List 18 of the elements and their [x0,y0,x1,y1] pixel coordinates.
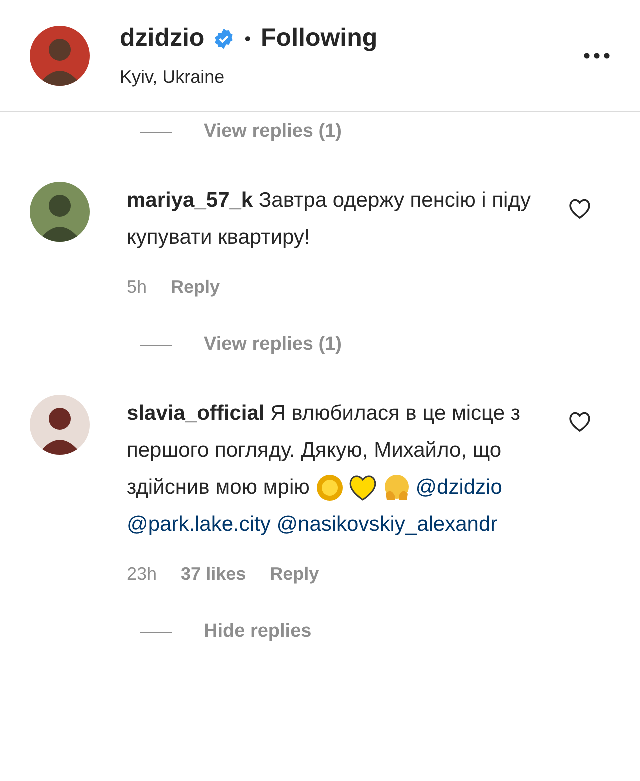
comment-time: 5h [127,276,148,299]
like-icon[interactable] [568,411,592,433]
username-link[interactable]: slavia_official [127,402,265,425]
following-button[interactable]: Following [261,20,378,58]
location-link[interactable]: Kyiv, Ukraine [120,64,584,91]
username-link[interactable]: mariya_57_k [127,189,254,212]
emoji-icon [316,474,344,502]
username-link[interactable]: dzidzio [120,20,205,58]
comment-text: slavia_official Я влюбилася в це місце з першого погляду. Дякую, Михайло, що здійснив мою мрію @dzidzio @park.lake.city @nasikovskiy_alexandr [127,401,522,538]
comment-time: 23h [127,563,158,586]
like-icon[interactable] [568,198,592,220]
mention-link[interactable]: @park.lake.city [127,513,271,536]
comment-text: mariya_57_k Завтра одержу пенсію і піду купувати квартиру! [127,188,532,251]
separator-dot: • [244,28,252,50]
mention-link[interactable]: @nasikovskiy_alexandr [276,513,498,536]
emoji-icon [348,474,378,502]
more-options-icon[interactable] [584,52,610,58]
mention-link[interactable]: @dzidzio [416,476,502,499]
